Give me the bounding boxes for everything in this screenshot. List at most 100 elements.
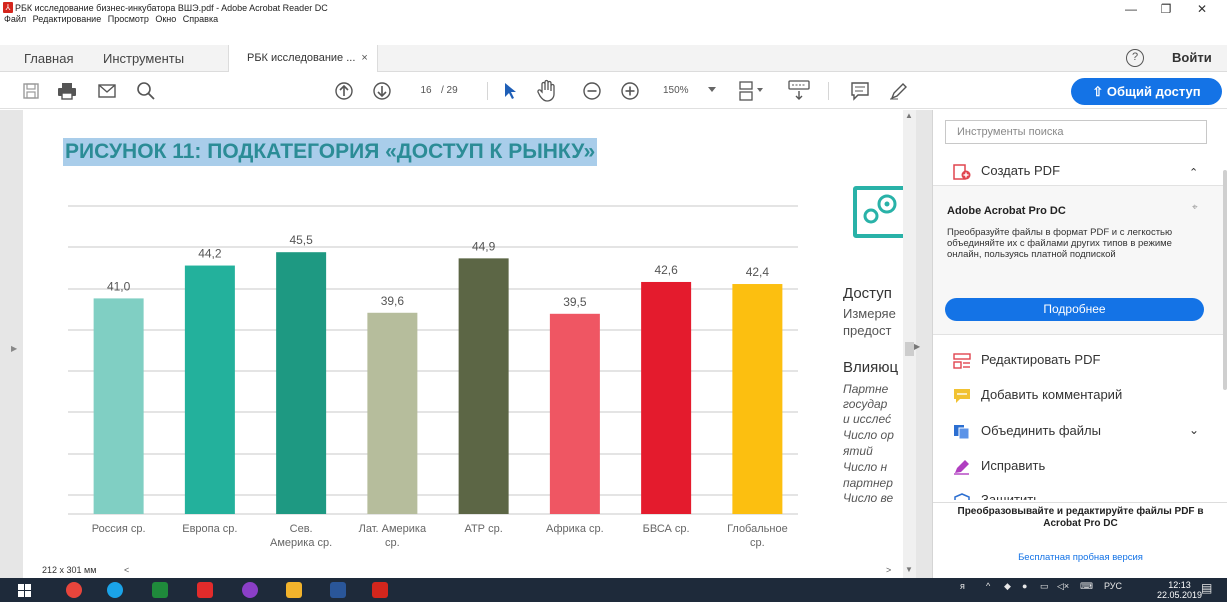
tray-people-icon[interactable]: ᴙ [960,581,965,591]
yandex-browser-icon[interactable] [197,582,213,598]
tray-battery-icon[interactable]: ▭ [1040,581,1049,592]
tray-language[interactable]: РУС [1104,581,1122,591]
acrobat-window: ⅄ РБК исследование бизнес-инкубатора ВШЭ… [0,0,1227,602]
figure-title-rest: К 11: ПОДКАТЕГОРИЯ «ДОСТУП К РЫНКУ» [153,140,596,163]
bar-chart: 41,0 Россия ср. 44,2 Европа ср. 45,5 Сев. Амер… [68,205,798,549]
file-explorer-icon[interactable] [286,582,302,598]
bar-value-label: 44,9 [472,239,496,253]
hand-tool-icon[interactable] [536,79,558,103]
viber-icon[interactable] [242,582,258,598]
side-text-line: Партне [843,382,889,396]
tray-volume-icon[interactable]: ◁× [1057,581,1069,592]
menu-file[interactable]: Файл [4,14,26,24]
scrollbar-thumb[interactable] [905,342,914,356]
pin-icon[interactable]: ⌖ [1192,202,1198,213]
scroll-up-icon[interactable]: ▲ [905,111,913,120]
gears-icon [863,194,897,224]
comment-icon[interactable] [850,81,870,101]
pro-upgrade-promo: Преобразовывайте и редактируйте файлы PD… [957,506,1204,529]
category-label: Глобальное [727,523,788,535]
fit-page-icon[interactable] [738,79,766,103]
side-text-line: Число ве [843,491,894,505]
save-icon[interactable] [22,82,40,100]
side-text-line: предост [843,323,892,338]
side-text-line: Число ор [843,428,894,442]
zoom-dropdown-icon[interactable] [708,87,716,93]
prev-page-icon[interactable] [334,81,354,101]
zoom-out-icon[interactable] [582,81,602,101]
create-pdf-item[interactable]: Создать PDF [953,163,1060,180]
hscroll-right-icon[interactable]: > [886,565,891,575]
hscroll-left-icon[interactable]: < [124,565,129,575]
panel-scroll-thumb[interactable] [1223,170,1227,390]
signin-button[interactable]: Войти [1172,50,1212,65]
tray-app-icon[interactable]: ● [1022,581,1027,591]
tab-tools[interactable]: Инструменты [103,45,184,72]
tray-network-icon[interactable]: ◆ [1004,581,1011,592]
scroll-down-icon[interactable]: ▼ [905,565,913,574]
notifications-icon[interactable]: ▤ [1201,581,1212,595]
learn-more-button[interactable]: Подробнее [945,298,1204,321]
print-icon[interactable] [57,82,77,100]
toolbar-separator [487,82,488,100]
panel-scrollbar[interactable] [1223,110,1227,578]
expand-chevron-icon[interactable]: ⌄ [1189,423,1199,437]
edit-pdf-label: Редактировать PDF [981,352,1101,367]
free-trial-link[interactable]: Бесплатная пробная версия [933,552,1227,563]
edit-pdf-item[interactable]: Редактировать PDF [953,352,1100,369]
maximize-button[interactable]: ❐ [1151,2,1181,16]
chart-bar [93,298,144,514]
search-text-icon[interactable] [136,81,156,101]
zoom-level[interactable]: 150% [663,82,689,100]
add-comment-item[interactable]: Добавить комментарий [953,387,1122,404]
menu-view[interactable]: Просмотр [108,14,149,24]
collapse-chevron-icon[interactable]: ⌃ [1189,166,1198,179]
windows-start-icon[interactable] [18,584,31,597]
minimize-button[interactable]: — [1116,2,1146,16]
combine-files-item[interactable]: Объединить файлы [953,423,1101,440]
tab-document-label: РБК исследование ... [247,52,356,64]
select-cursor-icon[interactable] [503,82,517,100]
help-icon[interactable]: ? [1126,49,1144,67]
acrobat-app-icon: ⅄ [3,2,13,13]
page-number-input[interactable]: 16 [413,82,439,100]
side-text-line: ятий [843,444,873,458]
bar-value-label: 42,4 [746,265,770,279]
skype-icon[interactable] [107,582,123,598]
menu-help[interactable]: Справка [183,14,218,24]
right-panel-toggle-icon[interactable]: ▶ [914,342,920,351]
share-button[interactable]: ⇧ Общий доступ [1071,78,1222,105]
email-icon[interactable] [98,83,116,99]
close-window-button[interactable]: ✕ [1187,2,1217,16]
zoom-in-icon[interactable] [620,81,640,101]
word-icon[interactable] [330,582,346,598]
menu-edit[interactable]: Редактирование [33,14,102,24]
spreadsheet-app-icon[interactable] [152,582,168,598]
combine-files-label: Объединить файлы [981,423,1101,438]
next-page-icon[interactable] [372,81,392,101]
tray-keyboard-icon[interactable]: ⌨ [1080,581,1093,592]
document-area[interactable]: ▶ РИСУНОК 11: ПОДКАТЕГОРИЯ «ДОСТУП К РЫН… [0,110,932,578]
tools-search-input[interactable]: Инструменты поиска [945,120,1207,144]
bar-value-label: 39,5 [563,295,587,309]
toolbar-separator-2 [828,82,829,100]
figure-title: РИСУНОК 11: ПОДКАТЕГОРИЯ «ДОСТУП К РЫНКУ… [63,138,598,166]
side-text-line: Влияюц [843,359,899,376]
menu-window[interactable]: Окно [155,14,176,24]
protect-item[interactable]: Защитить [953,492,1040,500]
scroll-mode-icon[interactable] [787,79,811,101]
left-panel-toggle-icon[interactable]: ▶ [11,344,17,353]
side-text-line: и исслеć [843,412,892,426]
tray-arrow-icon[interactable]: ^ [986,581,990,591]
tray-clock[interactable]: 12:13 22.05.2019 [1157,580,1202,600]
fix-item[interactable]: Исправить [953,458,1045,475]
chart-bar [184,265,235,514]
tab-document[interactable]: РБК исследование ... × [228,45,378,72]
chrome-icon[interactable] [66,582,82,598]
tab-close-icon[interactable]: × [361,52,367,64]
tab-home[interactable]: Главная [24,45,73,72]
draw-pen-icon[interactable] [888,81,908,101]
pro-title: Adobe Acrobat Pro DC [947,205,1066,217]
acrobat-taskbar-icon[interactable] [372,582,388,598]
category-label: ср. [385,537,400,549]
